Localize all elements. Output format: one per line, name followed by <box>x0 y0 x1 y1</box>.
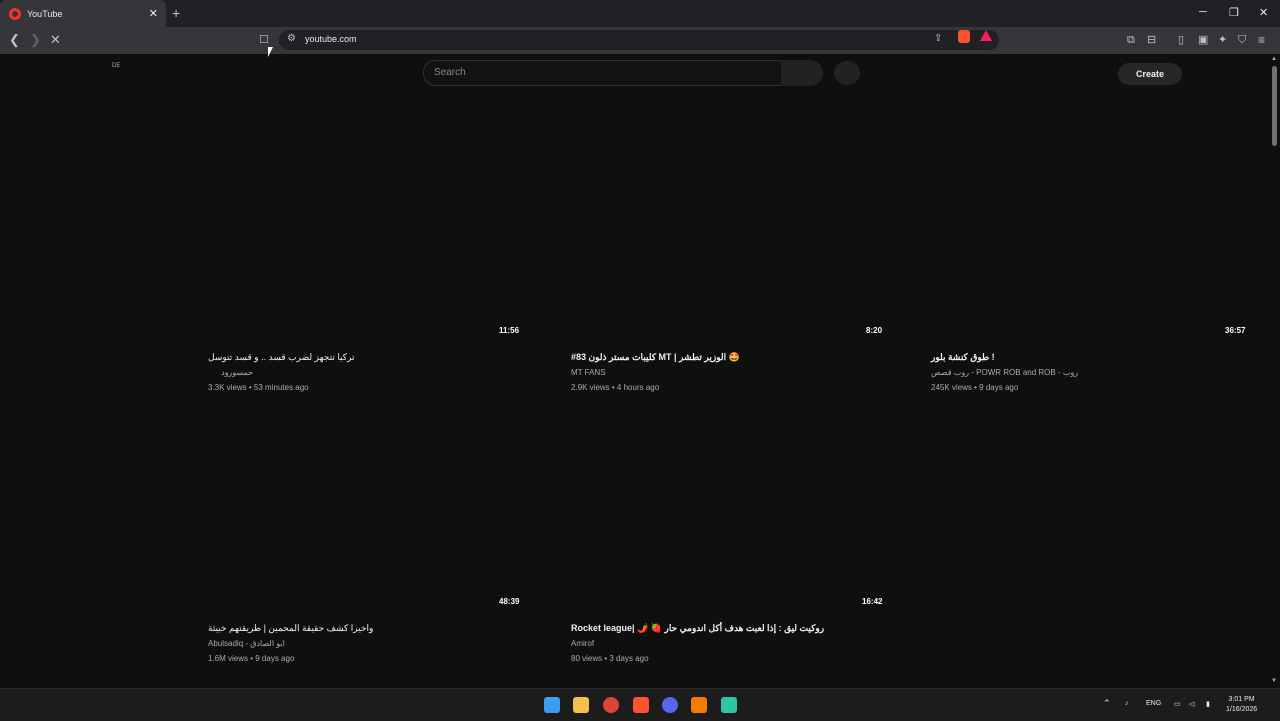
channel-name[interactable]: حمسورود <box>221 368 253 377</box>
network-icon[interactable]: ▭ <box>1174 700 1181 708</box>
bookmark-icon[interactable]: ☐ <box>259 32 269 48</box>
clock-time: 3:01 PM <box>1228 696 1255 703</box>
tray-chevron-icon[interactable]: ⌃ <box>1103 698 1111 709</box>
forward-button[interactable]: ❯ <box>30 32 41 48</box>
video-title[interactable]: #83 كليبات مستر ذلون MT | الوزير تطشر 🤩 <box>571 352 740 363</box>
app-icon[interactable] <box>691 697 707 713</box>
share-icon[interactable]: ⇪ <box>934 33 942 44</box>
video-duration: 11:56 <box>499 326 520 335</box>
video-meta: 245K views • 9 days ago <box>931 383 1019 392</box>
youtube-favicon-icon <box>9 7 21 20</box>
minimize-button[interactable]: ─ <box>1199 6 1207 18</box>
create-button[interactable]: Create <box>1118 63 1182 85</box>
brave-rewards-icon[interactable] <box>980 30 992 41</box>
channel-name[interactable]: روب قصص - POWR ROB and ROB - روب <box>931 368 1078 377</box>
search-button[interactable] <box>781 60 823 86</box>
scrollbar-thumb[interactable] <box>1272 66 1277 146</box>
video-title[interactable]: Rocket league| 🌶️ 🍓 روكيت ليق : إذا لعبت… <box>571 623 824 634</box>
sidebar-icon[interactable]: ▯ <box>1178 32 1184 48</box>
back-button[interactable]: ❮ <box>9 32 20 48</box>
scroll-down-icon[interactable]: ▼ <box>1271 678 1277 684</box>
leo-ai-icon[interactable]: ✦ <box>1218 32 1227 48</box>
volume-icon[interactable]: ◁ <box>1189 700 1194 708</box>
file-explorer-icon[interactable] <box>573 697 589 713</box>
video-title[interactable]: تركيا تتجهز لضرب قسد .. و قسد تتوسل <box>208 352 355 363</box>
discord-icon[interactable] <box>662 697 678 713</box>
new-tab-button[interactable]: + <box>172 5 180 21</box>
search-input[interactable]: Search <box>423 60 783 86</box>
menu-icon[interactable]: ≡ <box>1258 32 1265 48</box>
scroll-up-icon[interactable]: ▲ <box>1271 56 1277 62</box>
app-icon-2[interactable] <box>721 697 737 713</box>
brave-shields-icon[interactable] <box>958 30 970 43</box>
brave-icon[interactable] <box>633 697 649 713</box>
video-duration: 8:20 <box>866 326 883 335</box>
mouse-cursor-icon <box>268 47 273 57</box>
youtube-page: DE Search Create 11:56 تركيا تتجهز لضرب … <box>0 54 1270 688</box>
windows-taskbar: ⌃ ♪ ENG ▭ ◁ ▮ 3:01 PM 1/16/2026 <box>0 688 1280 721</box>
address-bar[interactable]: ⚙ youtube.com ⇪ <box>279 30 999 50</box>
channel-name[interactable]: MT FANS <box>571 368 606 377</box>
video-meta: 1.6M views • 9 days ago <box>208 654 295 663</box>
channel-name[interactable]: Abulsadiq - ابو الصادق <box>208 639 285 648</box>
chrome-icon[interactable] <box>603 697 619 713</box>
video-title[interactable]: طوق كنشة بلور ! <box>931 352 995 363</box>
window-close-button[interactable]: ✕ <box>1259 6 1268 19</box>
video-title[interactable]: واخيرا كشف حقيقة المحمين | طريقتهم خبيثة <box>208 623 373 634</box>
video-meta: 3.3K views • 53 minutes ago <box>208 383 309 392</box>
page-scrollbar[interactable]: ▲ ▼ <box>1270 54 1280 688</box>
site-info-icon[interactable]: ⚙ <box>287 33 296 44</box>
video-duration: 16:42 <box>862 597 883 606</box>
wallet-icon[interactable]: ▣ <box>1198 32 1208 48</box>
channel-name[interactable]: Amirof <box>571 639 594 648</box>
vpn-shield-icon[interactable]: ⛉ <box>1238 32 1246 48</box>
maximize-button[interactable]: ❐ <box>1229 6 1239 19</box>
video-duration: 48:39 <box>499 597 520 606</box>
start-icon[interactable] <box>544 697 560 713</box>
tab-search-icon[interactable]: ⊟ <box>1147 32 1156 48</box>
clock-date: 1/16/2026 <box>1226 706 1258 713</box>
stop-loading-button[interactable]: ✕ <box>50 32 61 48</box>
video-meta: 2.9K views • 4 hours ago <box>571 383 660 392</box>
browser-toolbar: ❮ ❯ ✕ ☐ ⚙ youtube.com ⇪ ⧉ ⊟ ▯ ▣ ✦ ⛉ ≡ <box>0 27 1280 54</box>
tab-close-icon[interactable]: ✕ <box>149 7 158 20</box>
system-clock[interactable]: 3:01 PM 1/16/2026 <box>1226 695 1257 715</box>
address-url[interactable]: youtube.com <box>305 34 357 44</box>
language-indicator[interactable]: ENG <box>1146 700 1161 707</box>
battery-icon[interactable]: ▮ <box>1206 700 1210 708</box>
tab-youtube[interactable]: YouTube ✕ <box>0 0 166 27</box>
tab-title: YouTube <box>27 8 63 19</box>
search-placeholder: Search <box>434 67 466 78</box>
voice-search-button[interactable] <box>834 61 860 85</box>
microphone-icon[interactable]: ♪ <box>1125 700 1129 707</box>
tab-strip: YouTube ✕ + ─ ❐ ✕ <box>0 0 1280 27</box>
video-meta: 80 views • 3 days ago <box>571 654 649 663</box>
extensions-icon[interactable]: ⧉ <box>1127 32 1135 48</box>
video-duration: 36:57 <box>1225 326 1246 335</box>
region-label: DE <box>112 63 121 69</box>
